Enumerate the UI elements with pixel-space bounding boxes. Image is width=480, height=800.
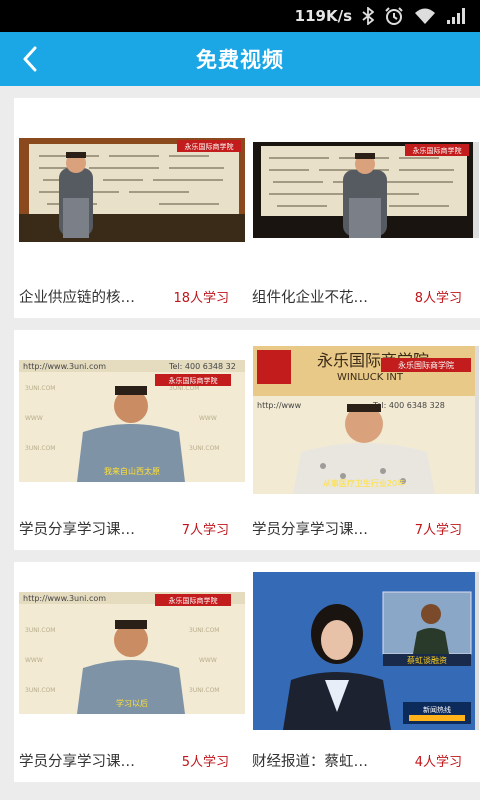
thumb-caption: 我来自山西太原 xyxy=(104,466,160,476)
thumb-url: http://www xyxy=(257,401,302,410)
thumb-caption: 学习以后 xyxy=(116,698,148,708)
status-bar: 119K/s xyxy=(0,0,480,32)
back-button[interactable] xyxy=(22,42,62,76)
video-row: 永乐国际商学院 企业供应链的核… 18人学习 永乐国际商学院 组件化企业不花… … xyxy=(14,98,480,318)
page-title: 免费视频 xyxy=(196,48,284,72)
video-info: 学员分享学习课… 7人学习 xyxy=(252,516,476,540)
video-info: 组件化企业不花… 8人学习 xyxy=(252,284,476,308)
video-row: 3UNI.COM 3UNI.COM WWW WWW 3UNI.COM 3UNI.COM… xyxy=(14,562,480,782)
video-info: 企业供应链的核… 18人学习 xyxy=(19,284,243,308)
learner-count: 7人学习 xyxy=(181,522,229,538)
video-info: 学员分享学习课… 7人学习 xyxy=(19,516,243,540)
svg-text:WWW: WWW xyxy=(25,415,43,422)
video-row: 3UNI.COM 3UNI.COM WWW WWW 3UNI.COM 3UNI.COM… xyxy=(14,330,480,550)
learner-count: 7人学习 xyxy=(414,522,462,538)
thumb-phone: Tel: 400 6348 32 xyxy=(168,362,236,371)
learner-count: 5人学习 xyxy=(181,754,229,770)
svg-text:3UNI.COM: 3UNI.COM xyxy=(169,385,199,392)
video-card[interactable]: 永乐国际商学院 企业供应链的核… 18人学习 xyxy=(14,98,247,318)
video-title[interactable]: 组件化企业不花… xyxy=(252,286,384,307)
signal-icon xyxy=(446,7,468,25)
thumb-banner: 永乐国际商学院 xyxy=(169,596,218,605)
wifi-icon xyxy=(414,7,436,25)
learner-count: 4人学习 xyxy=(414,754,462,770)
video-title[interactable]: 财经报道：蔡虹… xyxy=(252,750,384,771)
app-bar: 免费视频 xyxy=(0,32,480,86)
video-card[interactable]: 永乐国际商学院 组件化企业不花… 8人学习 xyxy=(247,98,480,318)
video-info: 财经报道：蔡虹… 4人学习 xyxy=(252,748,476,772)
svg-text:3UNI.COM: 3UNI.COM xyxy=(25,385,55,392)
thumb-banner: 永乐国际商学院 xyxy=(169,376,218,385)
chevron-left-icon xyxy=(23,46,37,72)
thumb-phone: Tel: 400 6348 328 xyxy=(372,401,445,410)
video-title[interactable]: 学员分享学习课… xyxy=(252,518,384,539)
thumb-url: http://www.3uni.com xyxy=(23,362,106,371)
thumb-banner: 永乐国际商学院 xyxy=(398,360,454,370)
thumb-inset-caption: 蔡虹谈融资 xyxy=(407,655,447,665)
video-title[interactable]: 学员分享学习课… xyxy=(19,518,151,539)
svg-text:3UNI.COM: 3UNI.COM xyxy=(25,627,55,634)
network-speed: 119K/s xyxy=(294,7,352,25)
learner-count: 18人学习 xyxy=(173,290,229,306)
svg-text:3UNI.COM: 3UNI.COM xyxy=(189,687,219,694)
video-thumbnail[interactable]: 永乐国际商学院 xyxy=(19,138,245,242)
video-thumbnail[interactable]: 3UNI.COM 3UNI.COM WWW WWW 3UNI.COM 3UNI.COM… xyxy=(19,592,245,714)
video-card[interactable]: 蔡虹谈融资 新闻热线 财经报道：蔡虹… 4人学习 xyxy=(247,562,480,782)
svg-text:WWW: WWW xyxy=(199,657,217,664)
learner-count: 8人学习 xyxy=(414,290,462,306)
thumb-banner: 永乐国际商学院 xyxy=(185,142,234,151)
video-title[interactable]: 学员分享学习课… xyxy=(19,750,151,771)
svg-text:3UNI.COM: 3UNI.COM xyxy=(189,445,219,452)
video-list[interactable]: 永乐国际商学院 企业供应链的核… 18人学习 永乐国际商学院 组件化企业不花… … xyxy=(0,86,480,800)
video-thumbnail[interactable]: 永乐国际商学院 xyxy=(253,142,479,238)
thumb-caption: 从事医疗卫生行业20年 xyxy=(323,478,405,488)
svg-text:3UNI.COM: 3UNI.COM xyxy=(189,627,219,634)
video-card[interactable]: 永乐国际商学院 WINLUCK INT 永乐国际商学院 http://www T… xyxy=(247,330,480,550)
thumb-banner: 永乐国际商学院 xyxy=(413,146,462,155)
video-thumbnail[interactable]: 3UNI.COM 3UNI.COM WWW WWW 3UNI.COM 3UNI.COM… xyxy=(19,360,245,482)
video-info: 学员分享学习课… 5人学习 xyxy=(19,748,243,772)
video-card[interactable]: 3UNI.COM 3UNI.COM WWW WWW 3UNI.COM 3UNI.COM… xyxy=(14,562,247,782)
video-thumbnail[interactable]: 永乐国际商学院 WINLUCK INT 永乐国际商学院 http://www T… xyxy=(253,346,479,494)
bluetooth-icon xyxy=(362,7,374,25)
svg-text:WWW: WWW xyxy=(25,657,43,664)
thumb-url: http://www.3uni.com xyxy=(23,594,106,603)
svg-text:WWW: WWW xyxy=(199,415,217,422)
video-card[interactable]: 3UNI.COM 3UNI.COM WWW WWW 3UNI.COM 3UNI.COM… xyxy=(14,330,247,550)
video-title[interactable]: 企业供应链的核… xyxy=(19,286,151,307)
thumb-brand-en: WINLUCK INT xyxy=(337,372,404,383)
alarm-icon xyxy=(384,6,404,26)
svg-text:3UNI.COM: 3UNI.COM xyxy=(25,445,55,452)
svg-text:3UNI.COM: 3UNI.COM xyxy=(25,687,55,694)
thumb-ticker: 新闻热线 xyxy=(423,705,451,714)
video-thumbnail[interactable]: 蔡虹谈融资 新闻热线 xyxy=(253,572,479,730)
